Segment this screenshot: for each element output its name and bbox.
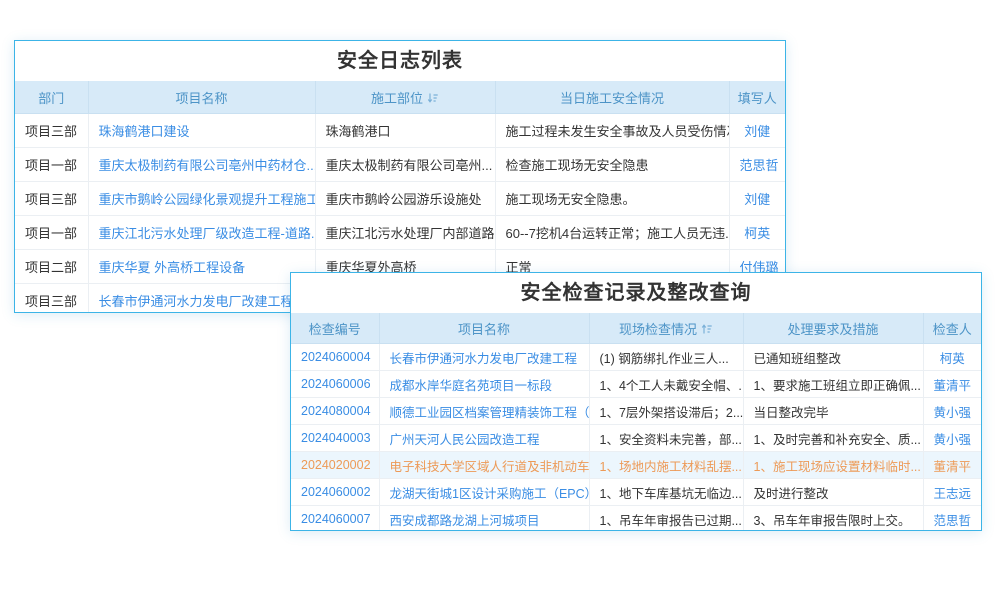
dept-cell: 项目三部 (15, 284, 88, 314)
action-cell: 3、吊车年审报告限时上交。 (743, 506, 923, 532)
column-header-action: 处理要求及措施 (743, 313, 923, 344)
inspector-link[interactable]: 黄小强 (923, 425, 981, 452)
inspector-link[interactable]: 王志远 (923, 479, 981, 506)
inspector-link[interactable]: 范思哲 (923, 506, 981, 532)
column-header-location[interactable]: 施工部位 (315, 81, 495, 114)
location-cell: 重庆江北污水处理厂内部道路 (315, 216, 495, 250)
check-id-link[interactable]: 2024080004 (291, 398, 379, 425)
project-link[interactable]: 长春市伊通河水力发电厂改建工程 (88, 284, 315, 314)
table-row: 2024060004 长春市伊通河水力发电厂改建工程 (1) 钢筋绑扎作业三人.… (291, 344, 981, 371)
inspection-title: 安全检查记录及整改查询 (291, 273, 981, 313)
inspection-cell: 1、4个工人未戴安全帽、... (589, 371, 743, 398)
project-link[interactable]: 成都水岸华庭名苑项目一标段 (379, 371, 589, 398)
project-link[interactable]: 长春市伊通河水力发电厂改建工程 (379, 344, 589, 371)
person-link[interactable]: 范思哲 (729, 148, 785, 182)
person-link[interactable]: 刘健 (729, 182, 785, 216)
table-row: 项目三部 重庆市鹅岭公园绿化景观提升工程施工 重庆市鹅岭公园游乐设施处 施工现场… (15, 182, 785, 216)
status-cell: 施工过程未发生安全事故及人员受伤情况 (495, 114, 729, 148)
inspection-cell: 1、吊车年审报告已过期... (589, 506, 743, 532)
column-header-dept: 部门 (15, 81, 88, 114)
status-cell: 施工现场无安全隐患。 (495, 182, 729, 216)
inspection-panel: 安全检查记录及整改查询 检查编号 项目名称 现场检查情况 处理要求及措施 检查人… (290, 272, 982, 531)
project-link[interactable]: 重庆太极制药有限公司亳州中药材仓... (88, 148, 315, 182)
dept-cell: 项目三部 (15, 182, 88, 216)
safety-log-header-row: 部门 项目名称 施工部位 当日施工安全情况 填写人 (15, 81, 785, 114)
column-header-location-label: 施工部位 (371, 91, 423, 106)
project-link[interactable]: 西安成都路龙湖上河城项目 (379, 506, 589, 532)
person-link[interactable]: 柯英 (729, 216, 785, 250)
action-cell: 当日整改完毕 (743, 398, 923, 425)
check-id-link[interactable]: 2024060002 (291, 479, 379, 506)
column-header-inspection-label: 现场检查情况 (619, 322, 697, 337)
project-link[interactable]: 电子科技大学区域人行道及非机动车道工程 (379, 452, 589, 479)
table-row: 2024060006 成都水岸华庭名苑项目一标段 1、4个工人未戴安全帽、...… (291, 371, 981, 398)
column-header-inspector: 检查人 (923, 313, 981, 344)
column-header-check-id: 检查编号 (291, 313, 379, 344)
table-row: 项目一部 重庆太极制药有限公司亳州中药材仓... 重庆太极制药有限公司亳州...… (15, 148, 785, 182)
inspection-cell: 1、7层外架搭设滞后；2... (589, 398, 743, 425)
inspector-link[interactable]: 柯英 (923, 344, 981, 371)
check-id-link[interactable]: 2024060006 (291, 371, 379, 398)
inspection-cell: (1) 钢筋绑扎作业三人... (589, 344, 743, 371)
column-header-person: 填写人 (729, 81, 785, 114)
project-link[interactable]: 顺德工业园区档案管理精装饰工程（一标段 (379, 398, 589, 425)
sort-desc-icon[interactable] (427, 92, 439, 104)
inspection-cell: 1、场地内施工材料乱摆... (589, 452, 743, 479)
inspection-cell: 1、安全资料未完善，部... (589, 425, 743, 452)
action-cell: 1、及时完善和补充安全、质... (743, 425, 923, 452)
project-link[interactable]: 重庆华夏 外高桥工程设备 (88, 250, 315, 284)
table-row: 2024080004 顺德工业园区档案管理精装饰工程（一标段 1、7层外架搭设滞… (291, 398, 981, 425)
inspector-link[interactable]: 董清平 (923, 371, 981, 398)
project-link[interactable]: 重庆江北污水处理厂级改造工程-道路... (88, 216, 315, 250)
project-link[interactable]: 龙湖天街城1区设计采购施工（EPC）总承 (379, 479, 589, 506)
action-cell: 1、要求施工班组立即正确佩... (743, 371, 923, 398)
safety-log-title: 安全日志列表 (15, 41, 785, 81)
column-header-project: 项目名称 (379, 313, 589, 344)
location-cell: 重庆市鹅岭公园游乐设施处 (315, 182, 495, 216)
column-header-inspection[interactable]: 现场检查情况 (589, 313, 743, 344)
column-header-project: 项目名称 (88, 81, 315, 114)
column-header-status: 当日施工安全情况 (495, 81, 729, 114)
table-row-highlighted: 2024020002 电子科技大学区域人行道及非机动车道工程 1、场地内施工材料… (291, 452, 981, 479)
person-link[interactable]: 刘健 (729, 114, 785, 148)
inspection-header-row: 检查编号 项目名称 现场检查情况 处理要求及措施 检查人 (291, 313, 981, 344)
inspector-link[interactable]: 董清平 (923, 452, 981, 479)
location-cell: 重庆太极制药有限公司亳州... (315, 148, 495, 182)
action-cell: 及时进行整改 (743, 479, 923, 506)
project-link[interactable]: 广州天河人民公园改造工程 (379, 425, 589, 452)
dept-cell: 项目二部 (15, 250, 88, 284)
dept-cell: 项目一部 (15, 148, 88, 182)
location-cell: 珠海鹤港口 (315, 114, 495, 148)
dept-cell: 项目三部 (15, 114, 88, 148)
sort-asc-icon[interactable] (701, 323, 713, 335)
check-id-link[interactable]: 2024060004 (291, 344, 379, 371)
project-link[interactable]: 重庆市鹅岭公园绿化景观提升工程施工 (88, 182, 315, 216)
status-cell: 检查施工现场无安全隐患 (495, 148, 729, 182)
project-link[interactable]: 珠海鹤港口建设 (88, 114, 315, 148)
inspection-table: 检查编号 项目名称 现场检查情况 处理要求及措施 检查人 2024060004 … (291, 313, 981, 531)
table-row: 2024040003 广州天河人民公园改造工程 1、安全资料未完善，部... 1… (291, 425, 981, 452)
table-row: 项目一部 重庆江北污水处理厂级改造工程-道路... 重庆江北污水处理厂内部道路 … (15, 216, 785, 250)
inspection-cell: 1、地下车库基坑无临边... (589, 479, 743, 506)
table-row: 2024060007 西安成都路龙湖上河城项目 1、吊车年审报告已过期... 3… (291, 506, 981, 532)
check-id-link[interactable]: 2024020002 (291, 452, 379, 479)
inspector-link[interactable]: 黄小强 (923, 398, 981, 425)
check-id-link[interactable]: 2024040003 (291, 425, 379, 452)
action-cell: 1、施工现场应设置材料临时... (743, 452, 923, 479)
table-row: 2024060002 龙湖天街城1区设计采购施工（EPC）总承 1、地下车库基坑… (291, 479, 981, 506)
check-id-link[interactable]: 2024060007 (291, 506, 379, 532)
table-row: 项目三部 珠海鹤港口建设 珠海鹤港口 施工过程未发生安全事故及人员受伤情况 刘健 (15, 114, 785, 148)
action-cell: 已通知班组整改 (743, 344, 923, 371)
dept-cell: 项目一部 (15, 216, 88, 250)
status-cell: 60--7挖机4台运转正常；施工人员无违... (495, 216, 729, 250)
